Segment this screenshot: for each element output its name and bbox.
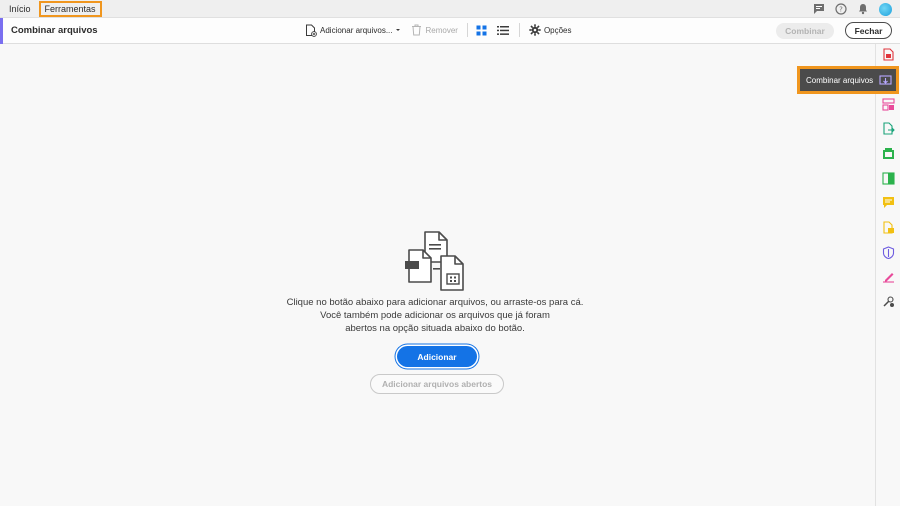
top-icons: ? bbox=[812, 2, 892, 16]
create-pdf-icon[interactable] bbox=[882, 48, 895, 61]
close-button[interactable]: Fechar bbox=[845, 22, 892, 39]
message-line-3: abertos na opção situada abaixo do botão… bbox=[345, 323, 525, 334]
empty-state: Clique no botão abaixo para adicionar ar… bbox=[270, 230, 600, 394]
tool-toolbar: Combinar arquivos Adicionar arquivos... … bbox=[0, 18, 900, 44]
more-tools-icon[interactable] bbox=[882, 295, 895, 308]
edit-pdf-icon[interactable] bbox=[882, 147, 895, 160]
message-line-2: Você também pode adicionar os arquivos q… bbox=[320, 310, 550, 321]
add-open-files-button[interactable]: Adicionar arquivos abertos bbox=[370, 374, 504, 394]
protect-icon[interactable] bbox=[882, 246, 895, 259]
remove-button[interactable]: Remover bbox=[411, 24, 458, 36]
chat-icon[interactable] bbox=[812, 2, 826, 16]
gear-icon bbox=[529, 24, 541, 36]
menu-item-ferramentas[interactable]: Ferramentas bbox=[38, 0, 102, 17]
options-label: Opções bbox=[543, 25, 572, 35]
svg-text:?: ? bbox=[839, 6, 843, 14]
list-view-icon bbox=[496, 25, 509, 35]
grid-view-icon bbox=[476, 25, 487, 35]
empty-state-message: Clique no botão abaixo para adicionar ar… bbox=[270, 296, 600, 335]
trash-icon bbox=[412, 24, 422, 36]
export-pdf-icon[interactable] bbox=[882, 122, 895, 135]
remove-label: Remover bbox=[425, 25, 458, 35]
menu-bar: Início Ferramentas ? bbox=[0, 0, 900, 18]
add-button[interactable]: Adicionar bbox=[397, 346, 477, 367]
toolbar-actions: Adicionar arquivos... Remover Opções bbox=[305, 23, 572, 37]
menu-item-inicio[interactable]: Início bbox=[3, 2, 37, 16]
tools-rail bbox=[875, 44, 900, 506]
combine-files-tooltip: Combinar arquivos bbox=[797, 66, 899, 94]
tool-accent-bar bbox=[0, 18, 3, 44]
list-view-button[interactable] bbox=[496, 25, 509, 36]
fill-sign-icon[interactable] bbox=[882, 270, 895, 283]
chevron-down-icon bbox=[396, 29, 401, 31]
compress-pdf-icon[interactable] bbox=[882, 172, 895, 185]
tool-title: Combinar arquivos bbox=[11, 25, 98, 36]
grid-view-button[interactable] bbox=[476, 25, 487, 36]
combine-files-icon bbox=[879, 74, 892, 85]
organize-pages-icon[interactable] bbox=[882, 98, 895, 111]
options-button[interactable]: Opções bbox=[529, 24, 572, 36]
scan-ocr-icon[interactable] bbox=[882, 221, 895, 234]
combine-files-illustration bbox=[405, 231, 464, 291]
toolbar-divider bbox=[518, 23, 520, 37]
add-files-button[interactable]: Adicionar arquivos... bbox=[305, 24, 401, 37]
toolbar-divider bbox=[466, 23, 468, 37]
avatar[interactable] bbox=[878, 2, 892, 16]
add-file-icon bbox=[306, 24, 317, 37]
add-files-label: Adicionar arquivos... bbox=[320, 25, 393, 35]
help-icon[interactable]: ? bbox=[834, 2, 848, 16]
tooltip-label: Combinar arquivos bbox=[806, 75, 874, 85]
comment-icon[interactable] bbox=[882, 196, 895, 209]
message-line-1: Clique no botão abaixo para adicionar ar… bbox=[286, 297, 584, 308]
bell-icon[interactable] bbox=[856, 2, 870, 16]
combine-button[interactable]: Combinar bbox=[776, 23, 834, 39]
